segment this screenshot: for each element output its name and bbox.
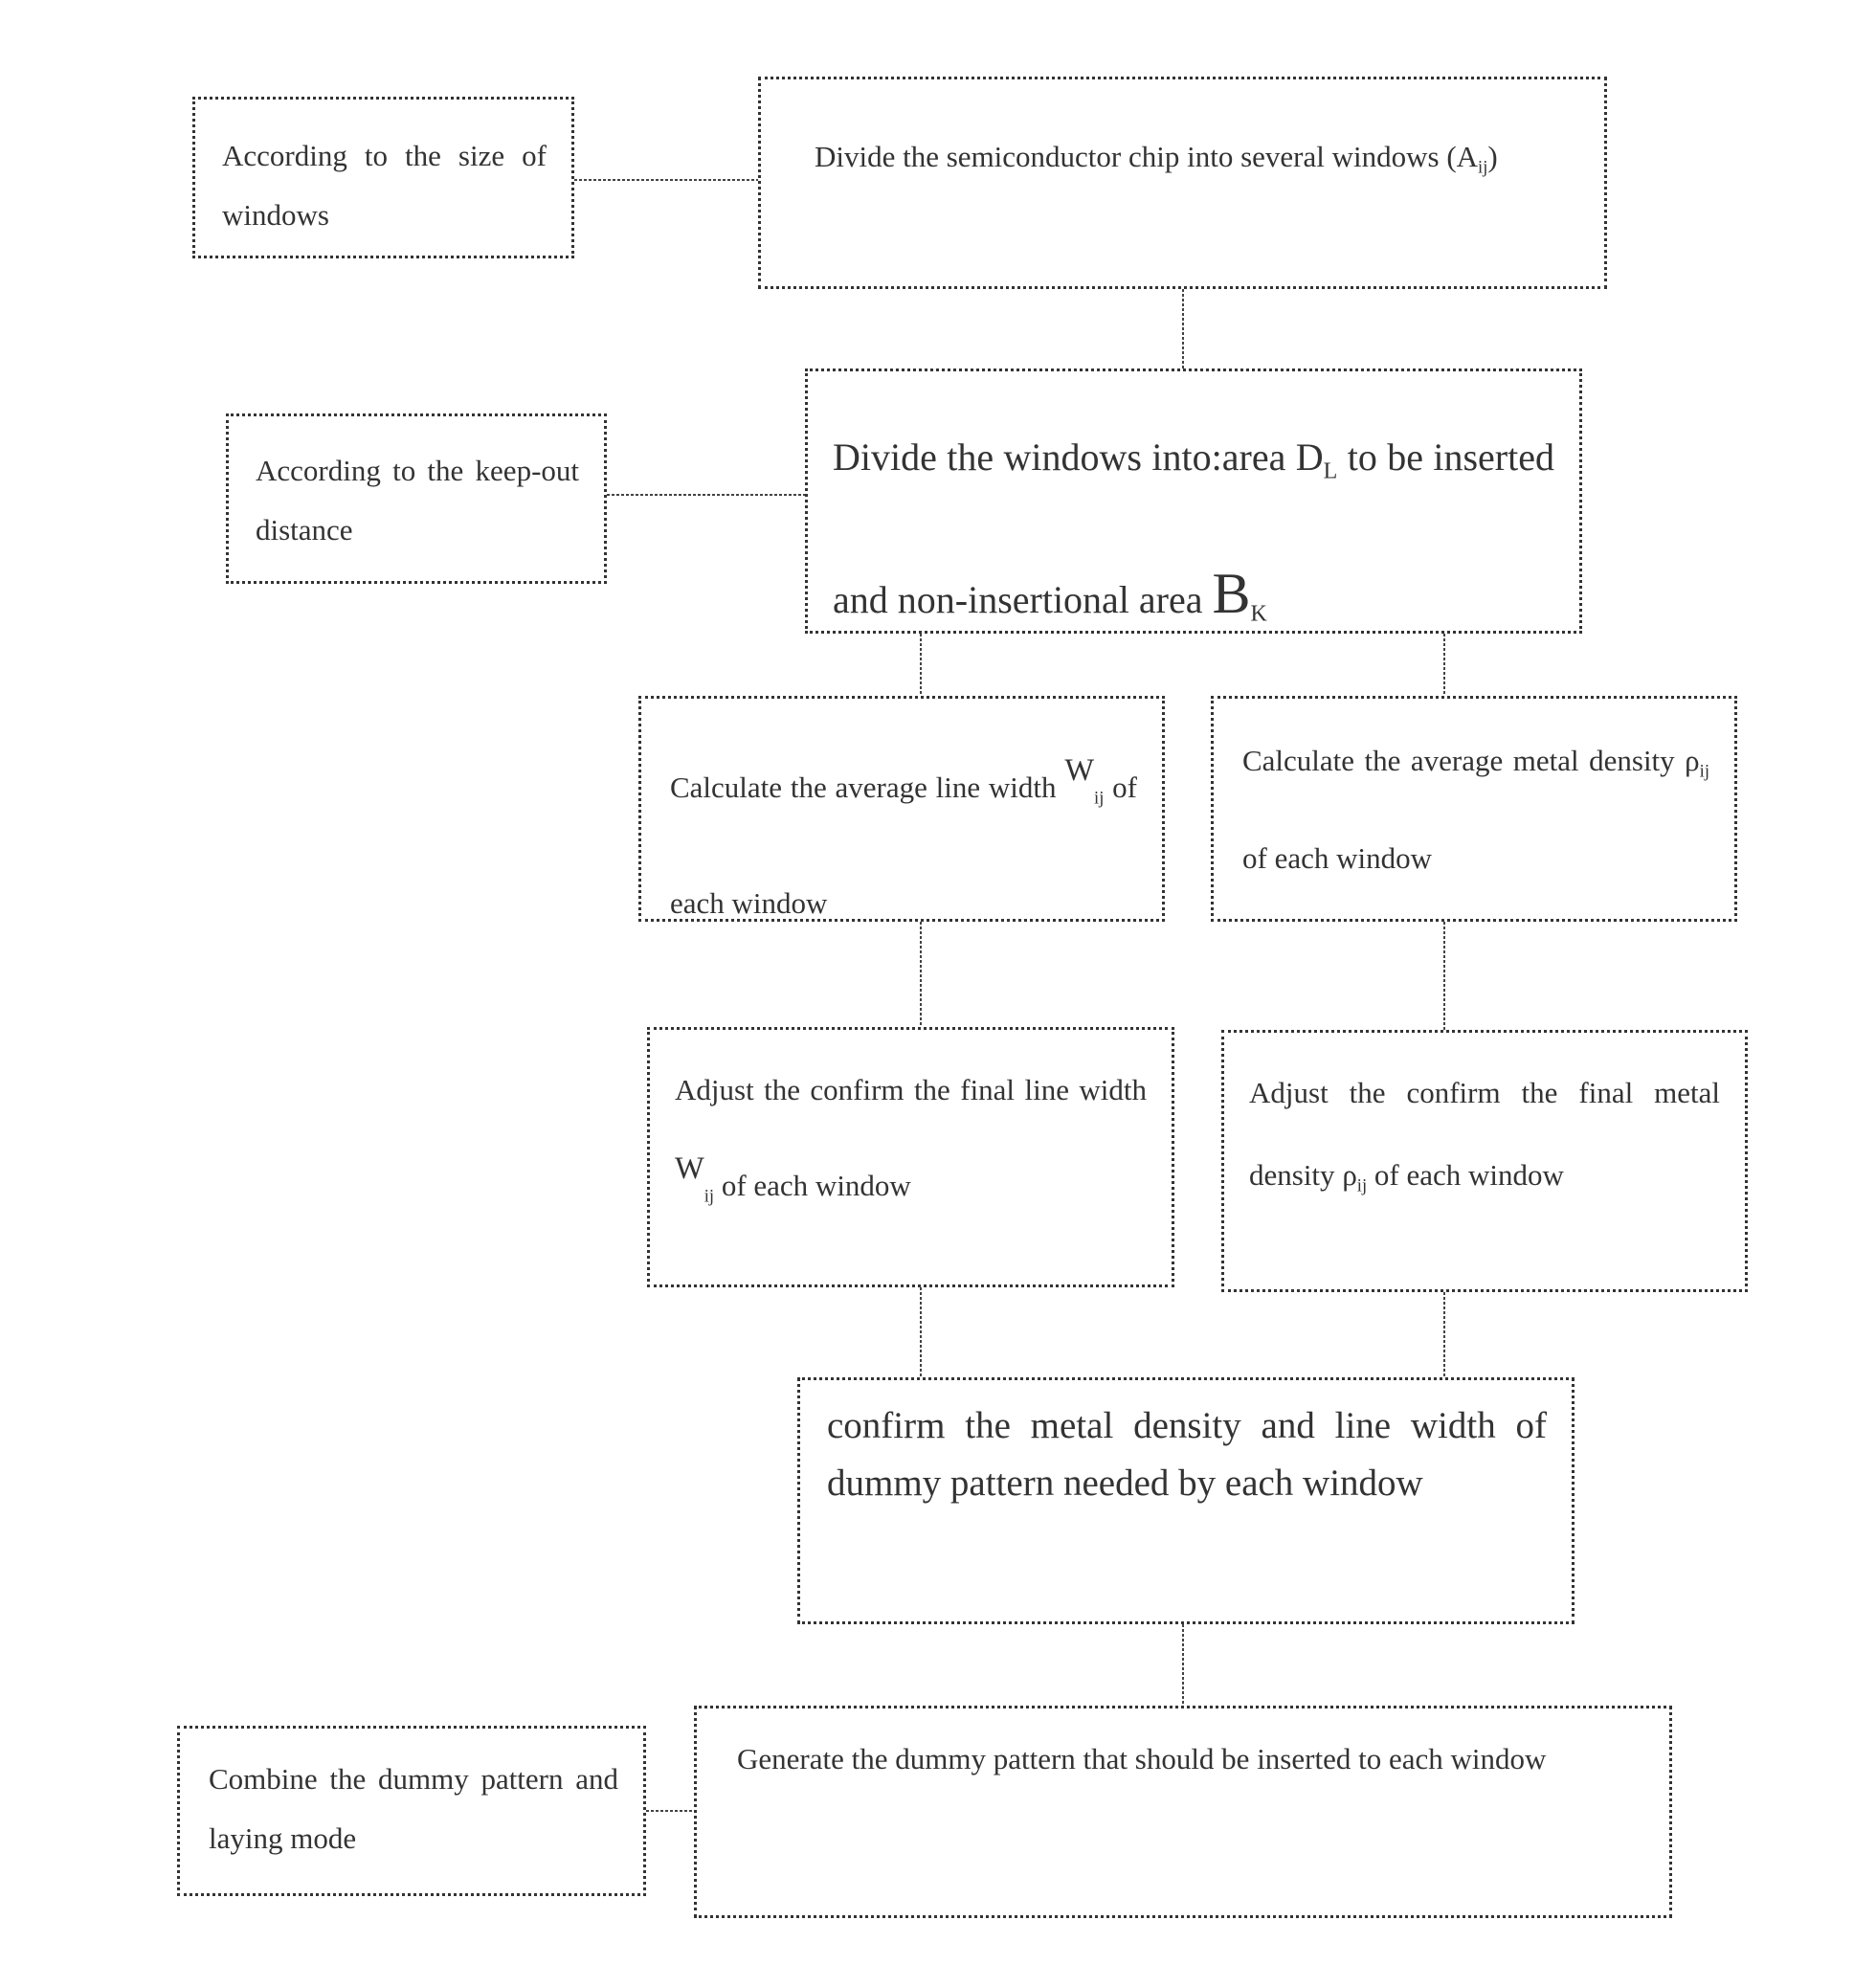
connector-layer: [574, 179, 1445, 1812]
text-segment: ): [1487, 140, 1498, 173]
node-divide-windows: Divide the windows into:area DL to be in…: [805, 368, 1582, 634]
subscript-ij: ij: [704, 1186, 715, 1207]
text-segment: Calculate the average metal density: [1242, 744, 1686, 777]
node-calc-metal-density-text: Calculate the average metal density ρij …: [1214, 718, 1734, 902]
node-adjust-metal-density: Adjust the confirm the final metal densi…: [1221, 1030, 1748, 1292]
text-segment: of each window: [1242, 840, 1432, 875]
subscript-ij: ij: [1356, 1175, 1368, 1196]
node-size-of-windows: According to the size of windows: [192, 97, 574, 258]
text-segment: Calculate the average line width: [670, 770, 1065, 804]
symbol-a: A: [1456, 140, 1479, 173]
node-divide-chip-text: Divide the semiconductor chip into sever…: [761, 114, 1604, 212]
node-combine-dummy-text: Combine the dummy pattern and laying mod…: [209, 1762, 618, 1855]
node-adjust-line-width: Adjust the confirm the final line width …: [647, 1027, 1174, 1287]
node-confirm-dummy: confirm the metal density and line width…: [797, 1377, 1574, 1624]
node-adjust-metal-density-text: Adjust the confirm the final metal densi…: [1224, 1052, 1745, 1228]
subscript-ij: ij: [1094, 788, 1105, 809]
symbol-rho: ρ: [1342, 1158, 1357, 1192]
text-segment: Divide the windows into:area: [833, 435, 1296, 479]
symbol-rho: ρ: [1685, 744, 1700, 777]
text-segment: Adjust the confirm the final line width: [675, 1073, 1147, 1106]
symbol-w: W: [1064, 753, 1095, 788]
symbol-d: D: [1295, 435, 1324, 479]
subscript-ij: ij: [1478, 157, 1488, 178]
node-divide-chip: Divide the semiconductor chip into sever…: [758, 77, 1607, 289]
node-calc-line-width-text: Calculate the average line width Wij of …: [641, 718, 1162, 956]
text-segment: of each window: [1367, 1158, 1564, 1192]
subscript-k: K: [1250, 601, 1267, 627]
node-keep-out-distance: According to the keep-out distance: [226, 413, 607, 584]
symbol-b: B: [1212, 562, 1251, 626]
node-divide-windows-text: Divide the windows into:area DL to be in…: [808, 396, 1579, 676]
node-combine-dummy: Combine the dummy pattern and laying mod…: [177, 1726, 646, 1896]
node-keep-out-distance-text: According to the keep-out distance: [256, 454, 579, 547]
node-calc-metal-density: Calculate the average metal density ρij …: [1211, 696, 1737, 922]
node-size-of-windows-text: According to the size of windows: [222, 139, 547, 232]
node-adjust-line-width-text: Adjust the confirm the final line width …: [650, 1051, 1172, 1236]
subscript-l: L: [1323, 458, 1338, 484]
node-generate-dummy-text: Generate the dummy pattern that should b…: [737, 1742, 1547, 1775]
node-confirm-dummy-text: confirm the metal density and line width…: [827, 1405, 1547, 1504]
text-segment: of each window: [714, 1168, 911, 1202]
node-generate-dummy: Generate the dummy pattern that should b…: [694, 1706, 1672, 1918]
text-segment: Divide the semiconductor chip into sever…: [815, 140, 1457, 173]
node-calc-line-width: Calculate the average line width Wij of …: [638, 696, 1165, 922]
symbol-w: W: [675, 1151, 704, 1186]
subscript-ij: ij: [1699, 761, 1709, 782]
